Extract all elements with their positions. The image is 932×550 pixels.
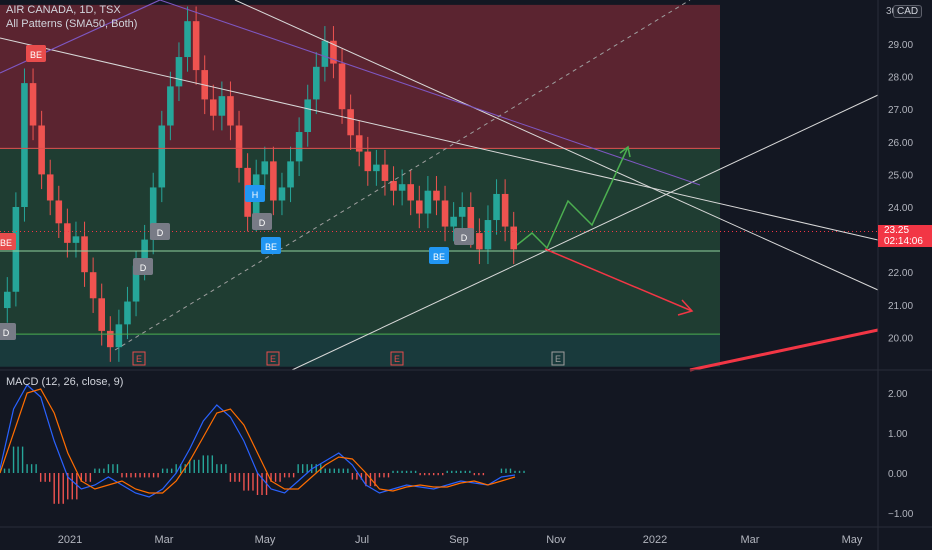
- candle-body: [167, 86, 174, 126]
- chart-canvas[interactable]: BEBEDDDHDBEBEDEEEE 20.0021.0022.0023.002…: [0, 0, 932, 550]
- macd-tick-label: 2.00: [888, 389, 908, 400]
- time-tick-label: 2021: [58, 534, 82, 546]
- candle-body: [355, 135, 363, 152]
- earnings-marker-label: E: [136, 354, 142, 364]
- time-tick-label: Mar: [155, 534, 174, 546]
- candle-body: [424, 190, 432, 214]
- pattern-marker-label: H: [252, 190, 259, 200]
- candle-body: [72, 236, 80, 243]
- pattern-marker-label: D: [259, 218, 266, 228]
- macd-tick-label: 1.00: [888, 429, 908, 440]
- candle-body: [381, 164, 389, 181]
- indicator-legend[interactable]: All Patterns (SMA50, Both): [6, 18, 137, 30]
- candle-body: [287, 161, 294, 188]
- candle-body: [218, 96, 226, 116]
- candle-body: [416, 200, 423, 214]
- candle-body: [210, 99, 217, 116]
- candle-body: [484, 220, 492, 250]
- pattern-marker-label: BE: [0, 238, 12, 248]
- candle-body: [21, 83, 28, 207]
- pattern-marker-label: D: [157, 228, 164, 238]
- price-tick-label: 27.00: [888, 105, 913, 116]
- time-tick-label: Mar: [741, 534, 760, 546]
- candle-body: [398, 184, 406, 191]
- candle-body: [175, 57, 183, 87]
- price-tick-label: 24.00: [888, 203, 913, 214]
- currency-badge[interactable]: CAD: [893, 5, 923, 18]
- candle-body: [278, 187, 286, 201]
- candle-body: [270, 161, 277, 201]
- candle-body: [433, 190, 440, 201]
- candle-body: [227, 96, 234, 126]
- candle-body: [347, 109, 354, 136]
- candle-body: [38, 125, 45, 175]
- bar-countdown: 02:14:06: [884, 236, 923, 247]
- last-price-tag: 23.25 02:14:06: [878, 225, 932, 247]
- candle-body: [235, 125, 243, 168]
- candle-body: [510, 226, 517, 250]
- candle-body: [458, 207, 466, 217]
- price-tick-label: 20.00: [888, 333, 913, 344]
- candle-body: [64, 223, 71, 243]
- candle-body: [295, 132, 303, 162]
- pattern-marker-label: BE: [265, 242, 277, 252]
- time-tick-label: Jul: [355, 534, 369, 546]
- price-tick-label: 26.00: [888, 138, 913, 149]
- pattern-marker-label: D: [140, 263, 147, 273]
- candle-body: [373, 164, 380, 172]
- candle-body: [501, 193, 509, 227]
- candle-body: [313, 66, 320, 100]
- time-tick-label: 2022: [643, 534, 667, 546]
- candle-body: [493, 193, 500, 221]
- pattern-marker-label: D: [3, 328, 10, 338]
- candle-body: [184, 21, 191, 58]
- symbol-title[interactable]: AIR CANADA, 1D, TSX: [6, 4, 121, 16]
- candle-body: [450, 216, 457, 227]
- candle-body: [192, 21, 200, 71]
- earnings-marker-label: E: [270, 354, 276, 364]
- price-tick-label: 29.00: [888, 40, 913, 51]
- candle-body: [55, 200, 63, 224]
- zone-middle: [0, 148, 720, 335]
- candle-body: [476, 233, 483, 250]
- macd-tick-label: −1.00: [888, 509, 914, 520]
- pattern-marker-label: BE: [30, 50, 42, 60]
- time-tick-label: May: [842, 534, 863, 546]
- candle-body: [98, 298, 105, 331]
- pattern-marker-label: BE: [433, 252, 445, 262]
- macd-legend[interactable]: MACD (12, 26, close, 9): [6, 376, 123, 388]
- candle-body: [261, 161, 269, 175]
- candle-body: [338, 63, 346, 110]
- candle-body: [107, 330, 114, 348]
- candle-body: [29, 83, 37, 126]
- price-tick-label: 21.00: [888, 301, 913, 312]
- candle-body: [81, 236, 88, 273]
- time-tick-label: May: [255, 534, 276, 546]
- candle-body: [441, 200, 449, 227]
- earnings-marker-label: E: [394, 354, 400, 364]
- earnings-marker-label: E: [555, 354, 561, 364]
- candle-body: [46, 174, 54, 201]
- pattern-marker-label: D: [461, 233, 468, 243]
- candle-body: [124, 301, 131, 325]
- time-tick-label: Sep: [449, 534, 469, 546]
- last-price: 23.25: [884, 225, 910, 236]
- price-tick-label: 22.00: [888, 268, 913, 279]
- candle-body: [321, 40, 329, 67]
- candle-body: [364, 151, 372, 172]
- candle-body: [4, 291, 11, 309]
- candle-body: [407, 184, 414, 201]
- candle-body: [89, 272, 97, 299]
- price-tick-label: 28.00: [888, 73, 913, 84]
- price-tick-label: 25.00: [888, 170, 913, 181]
- candle-body: [115, 324, 123, 348]
- time-tick-label: Nov: [546, 534, 566, 546]
- macd-tick-label: 0.00: [888, 469, 908, 480]
- candle-body: [158, 125, 166, 188]
- candle-body: [304, 99, 311, 133]
